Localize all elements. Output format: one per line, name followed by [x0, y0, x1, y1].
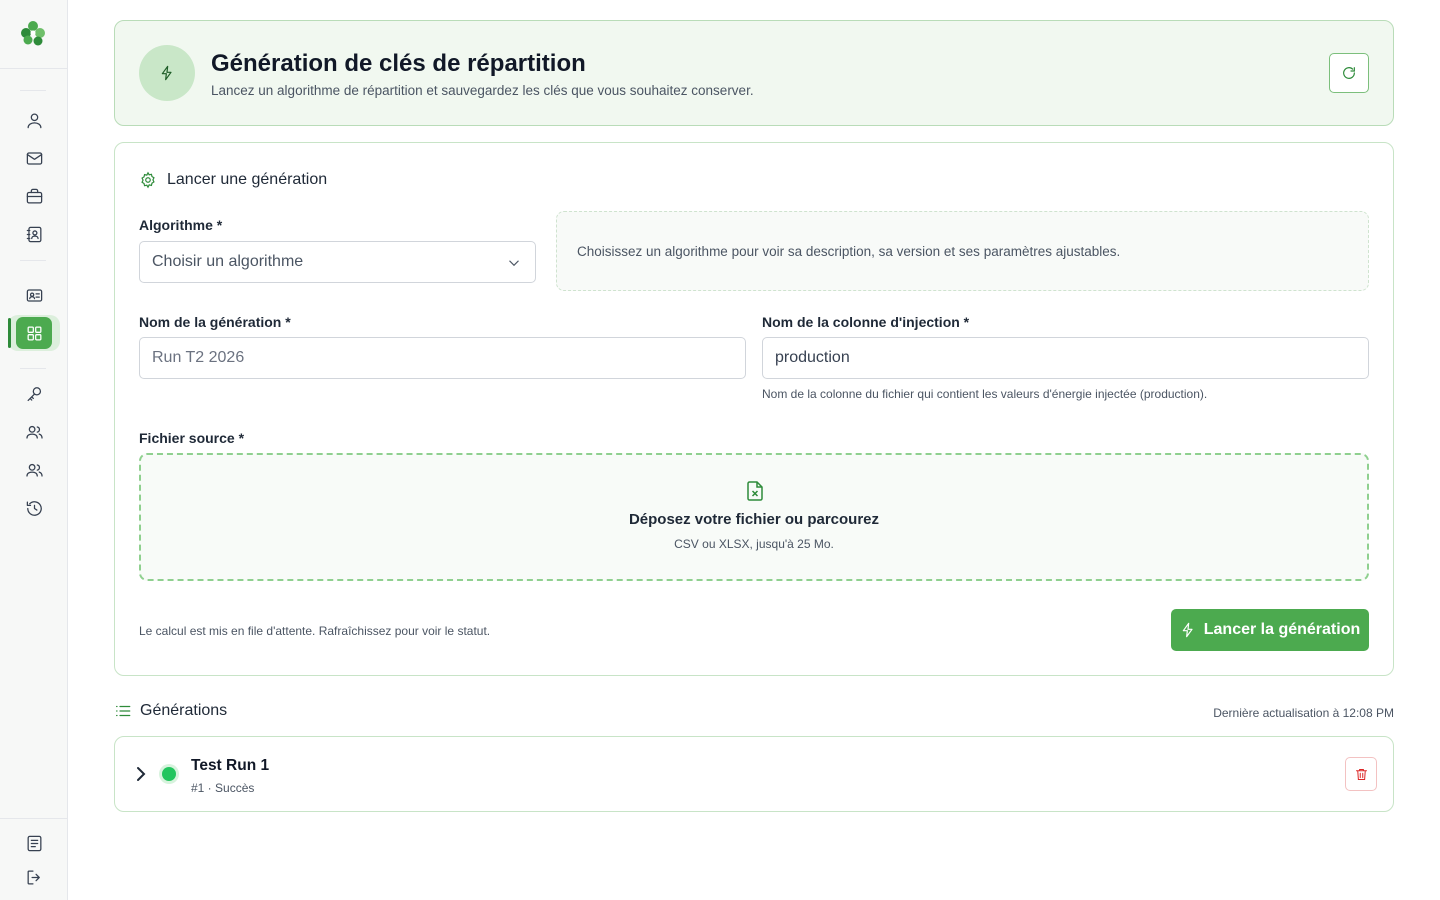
- chevron-right-icon[interactable]: [133, 764, 149, 784]
- divider: [20, 368, 46, 369]
- last-update-text: Dernière actualisation à 12:08 PM: [1213, 706, 1394, 720]
- algorithm-label: Algorithme *: [139, 217, 223, 233]
- delete-generation-button[interactable]: [1345, 757, 1377, 791]
- nav-active-indicator: [8, 318, 11, 348]
- nav-document-icon[interactable]: [20, 829, 48, 857]
- file-dropzone[interactable]: Déposez votre fichier ou parcourez CSV o…: [139, 453, 1369, 581]
- page-subtitle: Lancez un algorithme de répartition et s…: [211, 83, 754, 98]
- dropzone-title: Déposez votre fichier ou parcourez: [628, 511, 880, 528]
- bolt-icon: [1182, 622, 1193, 638]
- generation-meta: #1 · Succès: [191, 781, 255, 795]
- trash-icon: [1355, 768, 1367, 780]
- nav-team-icon[interactable]: [20, 456, 48, 484]
- app-logo-icon[interactable]: [18, 18, 48, 48]
- chevron-down-icon: [509, 260, 519, 267]
- nav-key-icon[interactable]: [20, 380, 48, 408]
- injection-column-label: Nom de la colonne d'injection *: [762, 314, 970, 330]
- nav-logout-icon[interactable]: [20, 863, 48, 891]
- page-title: Génération de clés de répartition: [211, 50, 586, 77]
- gear-icon: [141, 171, 155, 189]
- generation-name-label: Nom de la génération *: [139, 314, 291, 330]
- page-header: Génération de clés de répartition Lancez…: [114, 20, 1394, 126]
- bolt-icon: [139, 45, 195, 101]
- injection-column-input[interactable]: [762, 337, 1369, 379]
- algorithm-select-value: Choisir un algorithme: [152, 253, 304, 270]
- generation-form: Lancer une génération Algorithme * Chois…: [114, 142, 1394, 676]
- nav-briefcase-icon[interactable]: [20, 182, 48, 210]
- algorithm-select[interactable]: Choisir un algorithme: [139, 241, 536, 283]
- divider: [0, 68, 68, 69]
- nav-mail-icon[interactable]: [20, 144, 48, 172]
- nav-grid-icon[interactable]: [16, 317, 52, 349]
- refresh-icon: [1343, 67, 1355, 79]
- divider: [20, 90, 46, 91]
- generations-header: Générations: [114, 702, 227, 720]
- nav-id-card-icon[interactable]: [20, 281, 48, 309]
- status-dot: [162, 767, 176, 781]
- spreadsheet-file-icon: [746, 481, 764, 501]
- generations-title: Générations: [140, 702, 228, 719]
- queue-footnote: Le calcul est mis en file d'attente. Raf…: [139, 624, 491, 638]
- form-section-title: Lancer une génération: [167, 171, 328, 188]
- algorithm-description-box: Choisissez un algorithme pour voir sa de…: [556, 211, 1369, 291]
- nav-history-icon[interactable]: [20, 494, 48, 522]
- generation-name: Test Run 1: [191, 757, 270, 774]
- generation-row[interactable]: Test Run 1 #1 · Succès: [114, 736, 1394, 812]
- dropzone-subtitle: CSV ou XLSX, jusqu'à 25 Mo.: [674, 537, 834, 551]
- refresh-button[interactable]: [1329, 53, 1369, 93]
- source-file-label: Fichier source *: [139, 430, 245, 446]
- sidebar: [0, 0, 68, 900]
- algorithm-description: Choisissez un algorithme pour voir sa de…: [577, 243, 1121, 259]
- launch-generation-label: Lancer la génération: [1203, 621, 1361, 638]
- form-section-header: Lancer une génération: [139, 171, 327, 189]
- divider: [0, 818, 68, 819]
- injection-column-hint: Nom de la colonne du fichier qui contien…: [762, 387, 1208, 401]
- generation-name-input[interactable]: [139, 337, 746, 379]
- divider: [20, 260, 46, 261]
- nav-user-icon[interactable]: [20, 106, 48, 134]
- list-icon: [116, 705, 131, 717]
- nav-contact-book-icon[interactable]: [20, 220, 48, 248]
- launch-generation-button[interactable]: Lancer la génération: [1171, 609, 1369, 651]
- nav-users-icon[interactable]: [20, 418, 48, 446]
